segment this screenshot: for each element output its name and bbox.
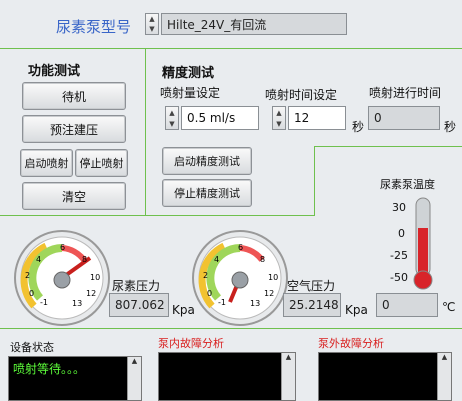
temp-left-divider (314, 146, 315, 216)
thermometer (413, 197, 433, 290)
start-inject-button[interactable]: 启动喷射 (20, 149, 73, 177)
urea-tick-12: 12 (86, 289, 96, 298)
pump-model-selector-arrows[interactable]: ▲ ▼ (145, 13, 159, 35)
prefill-button[interactable]: 预注建压 (22, 115, 126, 143)
air-tick-6: 6 (238, 243, 243, 252)
progress-time-field: 0 (368, 106, 440, 130)
external-fault-log[interactable]: ▲ (318, 352, 452, 401)
device-status-log[interactable]: 喷射等待。。。 ▲ (8, 356, 142, 401)
status-divider (0, 328, 462, 329)
device-status-text: 喷射等待。。。 (13, 362, 86, 376)
air-tick-m1: -1 (218, 298, 226, 307)
device-log-scrollbar[interactable]: ▲ (127, 357, 141, 400)
temp-tick-minus50: -50 (390, 271, 408, 284)
device-status-label: 设备状态 (10, 341, 54, 354)
external-fault-label: 泵外故障分析 (318, 337, 384, 350)
start-precision-button[interactable]: 启动精度测试 (162, 147, 252, 175)
stop-inject-button[interactable]: 停止喷射 (75, 149, 128, 177)
urea-tick-10: 10 (90, 273, 100, 282)
air-tick-8: 8 (260, 255, 265, 264)
external-log-scrollbar[interactable]: ▲ (437, 353, 451, 400)
urea-pressure-gauge: -1 0 2 4 6 8 10 12 13 (14, 230, 110, 326)
spin-down-icon: ▼ (149, 25, 155, 33)
func-test-title: 功能测试 (28, 64, 81, 79)
inject-time-unit: 秒 (352, 120, 365, 134)
air-tick-2: 2 (203, 271, 208, 280)
precision-bottom-divider (145, 215, 315, 216)
temperature-unit: ℃ (442, 300, 456, 314)
urea-tick-m1: -1 (40, 298, 48, 307)
standby-button[interactable]: 待机 (22, 82, 126, 110)
air-pressure-gauge: -1 0 2 4 6 8 10 12 13 (192, 230, 288, 326)
stop-precision-button[interactable]: 停止精度测试 (162, 179, 252, 207)
header-divider (0, 48, 462, 49)
urea-pressure-label: 尿素压力 (112, 279, 161, 293)
progress-time-unit: 秒 (444, 120, 457, 134)
temp-tick-0: 0 (398, 227, 405, 240)
internal-log-scrollbar[interactable]: ▲ (281, 353, 295, 400)
spin-down-icon: ▼ (169, 119, 175, 128)
temp-tick-30: 30 (392, 201, 406, 214)
spin-up-icon: ▲ (276, 108, 282, 117)
inject-time-field[interactable]: 12 (288, 106, 346, 130)
pump-model-label: 尿素泵型号 (56, 18, 132, 36)
urea-tick-4: 4 (36, 255, 41, 264)
pump-model-field[interactable]: Hilte_24V_有回流 (161, 13, 347, 35)
scroll-up-icon: ▲ (285, 353, 292, 361)
air-tick-13: 13 (250, 299, 260, 308)
air-pressure-value: 25.2148 (283, 293, 341, 317)
urea-tick-2: 2 (25, 271, 30, 280)
inject-amount-stepper[interactable]: ▲ ▼ (165, 106, 179, 130)
air-tick-12: 12 (264, 289, 274, 298)
spin-up-icon: ▲ (169, 108, 175, 117)
progress-time-label: 喷射进行时间 (369, 86, 442, 100)
air-pressure-label: 空气压力 (287, 279, 336, 293)
inject-amount-field[interactable]: 0.5 ml/s (181, 106, 259, 130)
scroll-up-icon: ▲ (441, 353, 448, 361)
internal-fault-label: 泵内故障分析 (158, 337, 224, 350)
urea-tick-0: 0 (29, 289, 34, 298)
air-tick-10: 10 (268, 273, 278, 282)
urea-tick-13: 13 (72, 299, 82, 308)
urea-pressure-value: 807.062 (109, 293, 169, 317)
inject-time-stepper[interactable]: ▲ ▼ (272, 106, 286, 130)
inject-amount-label: 喷射量设定 (160, 86, 221, 100)
temp-tick-minus25: -25 (390, 249, 408, 262)
air-tick-0: 0 (207, 289, 212, 298)
urea-tick-8: 8 (82, 255, 87, 264)
clear-button[interactable]: 清空 (22, 182, 126, 210)
scroll-up-icon: ▲ (131, 357, 138, 365)
air-pressure-unit: Kpa (345, 303, 368, 317)
left-bottom-divider (0, 215, 146, 216)
temperature-value-field: 0 (376, 293, 438, 317)
precision-test-title: 精度测试 (162, 66, 215, 81)
internal-fault-log[interactable]: ▲ (158, 352, 296, 401)
temperature-label: 尿素泵温度 (380, 178, 435, 191)
urea-tick-6: 6 (60, 243, 65, 252)
inject-time-label: 喷射时间设定 (265, 88, 338, 102)
spin-up-icon: ▲ (149, 15, 155, 23)
temp-top-divider (314, 146, 462, 147)
air-tick-4: 4 (214, 255, 219, 264)
func-precision-divider (145, 48, 146, 216)
spin-down-icon: ▼ (276, 119, 282, 128)
